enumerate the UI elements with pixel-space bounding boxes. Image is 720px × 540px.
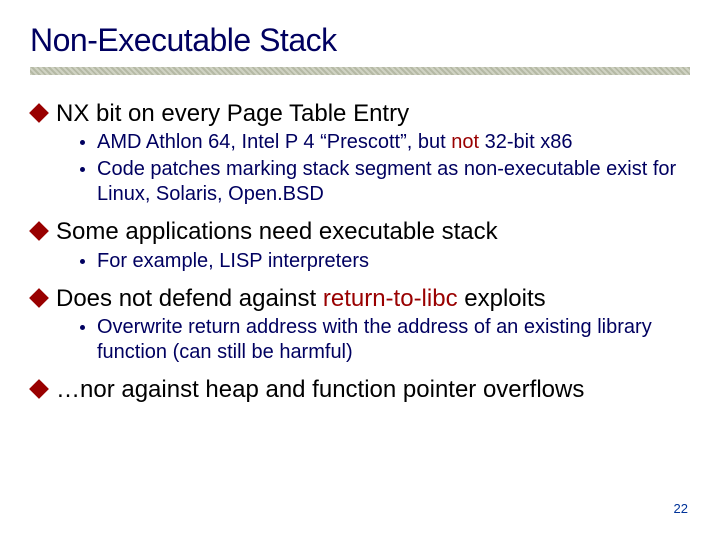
sub-bullet-list: Overwrite return address with the addres…: [80, 315, 690, 365]
slide-title: Non-Executable Stack: [30, 22, 690, 59]
bullet-item: Does not defend against return-to-libc e…: [32, 284, 690, 313]
dot-icon: [80, 140, 85, 145]
bullet-item: …nor against heap and function pointer o…: [32, 375, 690, 404]
diamond-icon: [29, 379, 49, 399]
sub-bullet-list: AMD Athlon 64, Intel P 4 “Prescott”, but…: [80, 130, 690, 207]
slide: Non-Executable Stack NX bit on every Pag…: [0, 0, 720, 540]
diamond-icon: [29, 221, 49, 241]
sub-bullet-list: For example, LISP interpreters: [80, 249, 690, 274]
bullet-text: Does not defend against return-to-libc e…: [56, 284, 546, 313]
sub-bullet-item: AMD Athlon 64, Intel P 4 “Prescott”, but…: [80, 130, 690, 155]
dot-icon: [80, 259, 85, 264]
title-divider: [30, 67, 690, 75]
bullet-text: Some applications need executable stack: [56, 217, 498, 246]
bullet-text: NX bit on every Page Table Entry: [56, 99, 409, 128]
diamond-icon: [29, 288, 49, 308]
sub-bullet-text: Code patches marking stack segment as no…: [97, 157, 690, 207]
dot-icon: [80, 167, 85, 172]
bullet-item: NX bit on every Page Table Entry: [32, 99, 690, 128]
diamond-icon: [29, 103, 49, 123]
sub-bullet-item: Overwrite return address with the addres…: [80, 315, 690, 365]
sub-bullet-item: Code patches marking stack segment as no…: [80, 157, 690, 207]
dot-icon: [80, 325, 85, 330]
slide-content: NX bit on every Page Table Entry AMD Ath…: [30, 99, 690, 404]
sub-bullet-item: For example, LISP interpreters: [80, 249, 690, 274]
bullet-item: Some applications need executable stack: [32, 217, 690, 246]
sub-bullet-text: Overwrite return address with the addres…: [97, 315, 690, 365]
bullet-text: …nor against heap and function pointer o…: [56, 375, 584, 404]
page-number: 22: [674, 501, 688, 516]
sub-bullet-text: For example, LISP interpreters: [97, 249, 369, 274]
sub-bullet-text: AMD Athlon 64, Intel P 4 “Prescott”, but…: [97, 130, 572, 155]
